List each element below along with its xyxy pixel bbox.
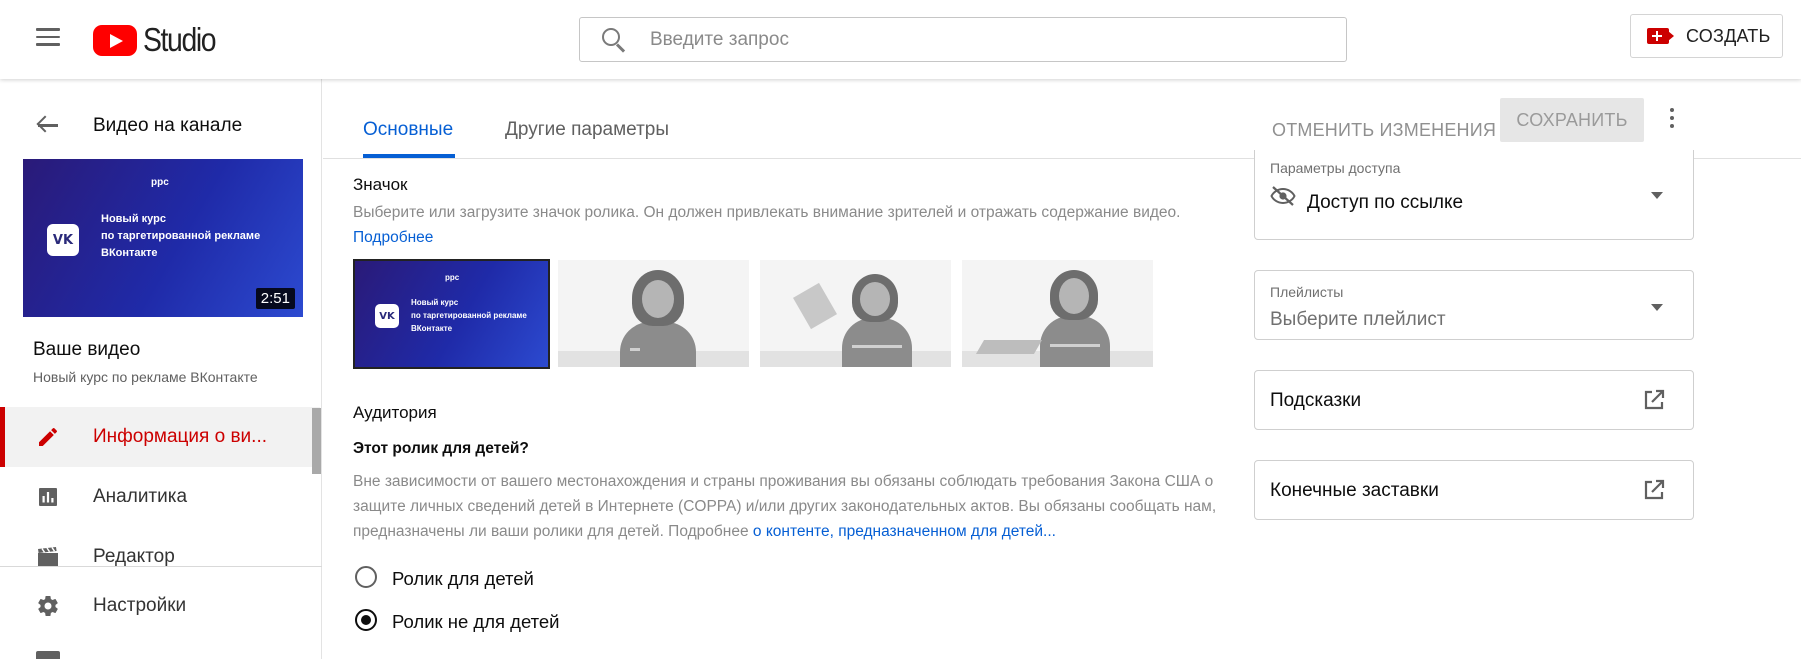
create-video-icon [1647, 28, 1669, 44]
youtube-play-icon [93, 24, 137, 56]
thumbnail-brand: ppc [151, 177, 169, 188]
chevron-down-icon [1651, 304, 1663, 311]
person-body-shape [842, 318, 912, 367]
person-head-shape [860, 282, 890, 316]
vk-logo-icon: VK [375, 304, 399, 328]
person-head-shape [642, 280, 674, 318]
visibility-value: Доступ по ссылке [1307, 192, 1464, 213]
course-line: по таргетированной рекламе [101, 230, 261, 242]
audience-description: Вне зависимости от вашего местонахождени… [353, 469, 1233, 544]
person-head-shape [1059, 278, 1089, 314]
sidebar: Видео на канале ppc VK Новый курс по тар… [0, 79, 322, 659]
visibility-label: Параметры доступа [1270, 160, 1401, 176]
thumbnail-option[interactable] [962, 260, 1153, 367]
hints-field[interactable]: Подсказки [1254, 370, 1694, 430]
eye-off-icon [1270, 186, 1296, 206]
film-icon [38, 547, 58, 566]
person-stripe-shape [852, 345, 902, 348]
your-video-subtitle: Новый курс по рекламе ВКонтакте [33, 369, 258, 385]
pencil-icon [39, 427, 58, 446]
course-line: по таргетированной рекламе [411, 311, 527, 320]
video-duration: 2:51 [255, 288, 295, 309]
vk-logo-icon: VK [47, 224, 79, 256]
sidebar-item-label: Редактор [93, 546, 175, 566]
end-screens-label: Конечные заставки [1270, 480, 1439, 501]
end-screens-field[interactable]: Конечные заставки [1254, 460, 1694, 520]
back-arrow-icon[interactable] [36, 115, 58, 135]
sidebar-item-analytics[interactable]: Аналитика [0, 467, 320, 527]
external-link-icon[interactable] [1643, 479, 1665, 501]
sidebar-item-details[interactable]: Информация о ви... [0, 407, 320, 467]
back-title[interactable]: Видео на канале [93, 115, 242, 137]
person-body-shape [620, 322, 696, 367]
studio-logo[interactable]: Studio [93, 21, 227, 58]
active-tab-indicator [363, 154, 455, 158]
back-row: Видео на канале [0, 107, 322, 143]
playlists-field[interactable]: Плейлисты Выберите плейлист [1254, 270, 1694, 340]
search-icon[interactable] [600, 26, 628, 54]
course-line: ВКонтакте [411, 324, 453, 333]
audience-learn-more-link[interactable]: о контенте, предназначенном для детей... [753, 523, 1056, 540]
laptop-shape [975, 340, 1043, 354]
external-link-icon[interactable] [1643, 389, 1665, 411]
audience-section-title: Аудитория [353, 403, 437, 422]
gear-icon [38, 596, 58, 616]
sidebar-divider [0, 566, 322, 567]
tab-bar: Основные Другие параметры ОТМЕНИТЬ ИЗМЕН… [323, 79, 1801, 159]
chevron-down-icon [1651, 192, 1663, 199]
playlists-label: Плейлисты [1270, 284, 1344, 300]
analytics-icon [39, 488, 57, 506]
radio-made-for-kids[interactable] [355, 566, 377, 588]
person-stripe-shape [1050, 344, 1100, 347]
sidebar-item-label: Информация о ви... [93, 426, 267, 447]
sidebar-item-label: Аналитика [93, 486, 188, 507]
your-video-title: Ваше видео [33, 339, 141, 360]
thumbnail-brand: ppc [445, 273, 460, 282]
sidebar-scrollbar[interactable] [312, 408, 321, 474]
sidebar-item-settings[interactable]: Настройки [0, 576, 320, 636]
thumbnail-option-selected[interactable]: ppc VK Новый курс по таргетированной рек… [353, 259, 550, 369]
radio-not-made-for-kids-label[interactable]: Ролик не для детей [392, 611, 560, 633]
thumbnail-section-description: Выберите или загрузите значок ролика. Он… [353, 200, 1233, 250]
radio-made-for-kids-label[interactable]: Ролик для детей [392, 568, 534, 590]
sidebar-item-editor[interactable]: Редактор [0, 527, 320, 566]
thumbnail-description-text: Выберите или загрузите значок ролика. Он… [353, 204, 1181, 221]
sidebar-next-item-icon [36, 651, 60, 659]
audience-question: Этот ролик для детей? [353, 440, 529, 457]
course-line: Новый курс [101, 213, 166, 225]
thumbnail-course-text: Новый курс по таргетированной рекламе ВК… [101, 211, 260, 262]
hints-label: Подсказки [1270, 390, 1362, 411]
person-body-shape [1040, 316, 1110, 367]
tab-other-settings[interactable]: Другие параметры [505, 119, 669, 141]
tab-basic[interactable]: Основные [363, 119, 453, 141]
course-line: Новый курс [411, 298, 459, 307]
thumbnail-option[interactable] [760, 260, 951, 367]
save-button[interactable]: СОХРАНИТЬ [1500, 98, 1644, 142]
radio-not-made-for-kids[interactable] [355, 609, 377, 631]
video-thumbnail[interactable]: ppc VK Новый курс по таргетированной рек… [23, 159, 303, 317]
person-stripe-shape [630, 348, 640, 351]
cancel-changes-button[interactable]: ОТМЕНИТЬ ИЗМЕНЕНИЯ [1272, 110, 1496, 150]
menu-icon[interactable] [36, 28, 60, 48]
create-label: СОЗДАТЬ [1686, 25, 1771, 46]
create-button[interactable]: СОЗДАТЬ [1630, 14, 1783, 58]
playlists-placeholder: Выберите плейлист [1270, 309, 1446, 330]
search-input[interactable] [650, 28, 1290, 51]
thumbnail-section-title: Значок [353, 175, 408, 194]
sidebar-item-label: Настройки [93, 595, 187, 616]
search-bar [579, 17, 1347, 62]
top-bar: Studio СОЗДАТЬ [0, 0, 1801, 79]
thumbnail-option[interactable] [558, 260, 749, 367]
more-vert-icon[interactable] [1664, 108, 1680, 132]
visibility-field[interactable]: Параметры доступа Доступ по ссылке [1254, 150, 1694, 240]
thumbnail-course-text: Новый курс по таргетированной рекламе ВК… [411, 296, 527, 335]
thumbnail-learn-more-link[interactable]: Подробнее [353, 229, 433, 246]
laptop-shape [793, 282, 837, 330]
logo-text: Studio [143, 21, 217, 58]
course-line: ВКонтакте [101, 247, 158, 259]
